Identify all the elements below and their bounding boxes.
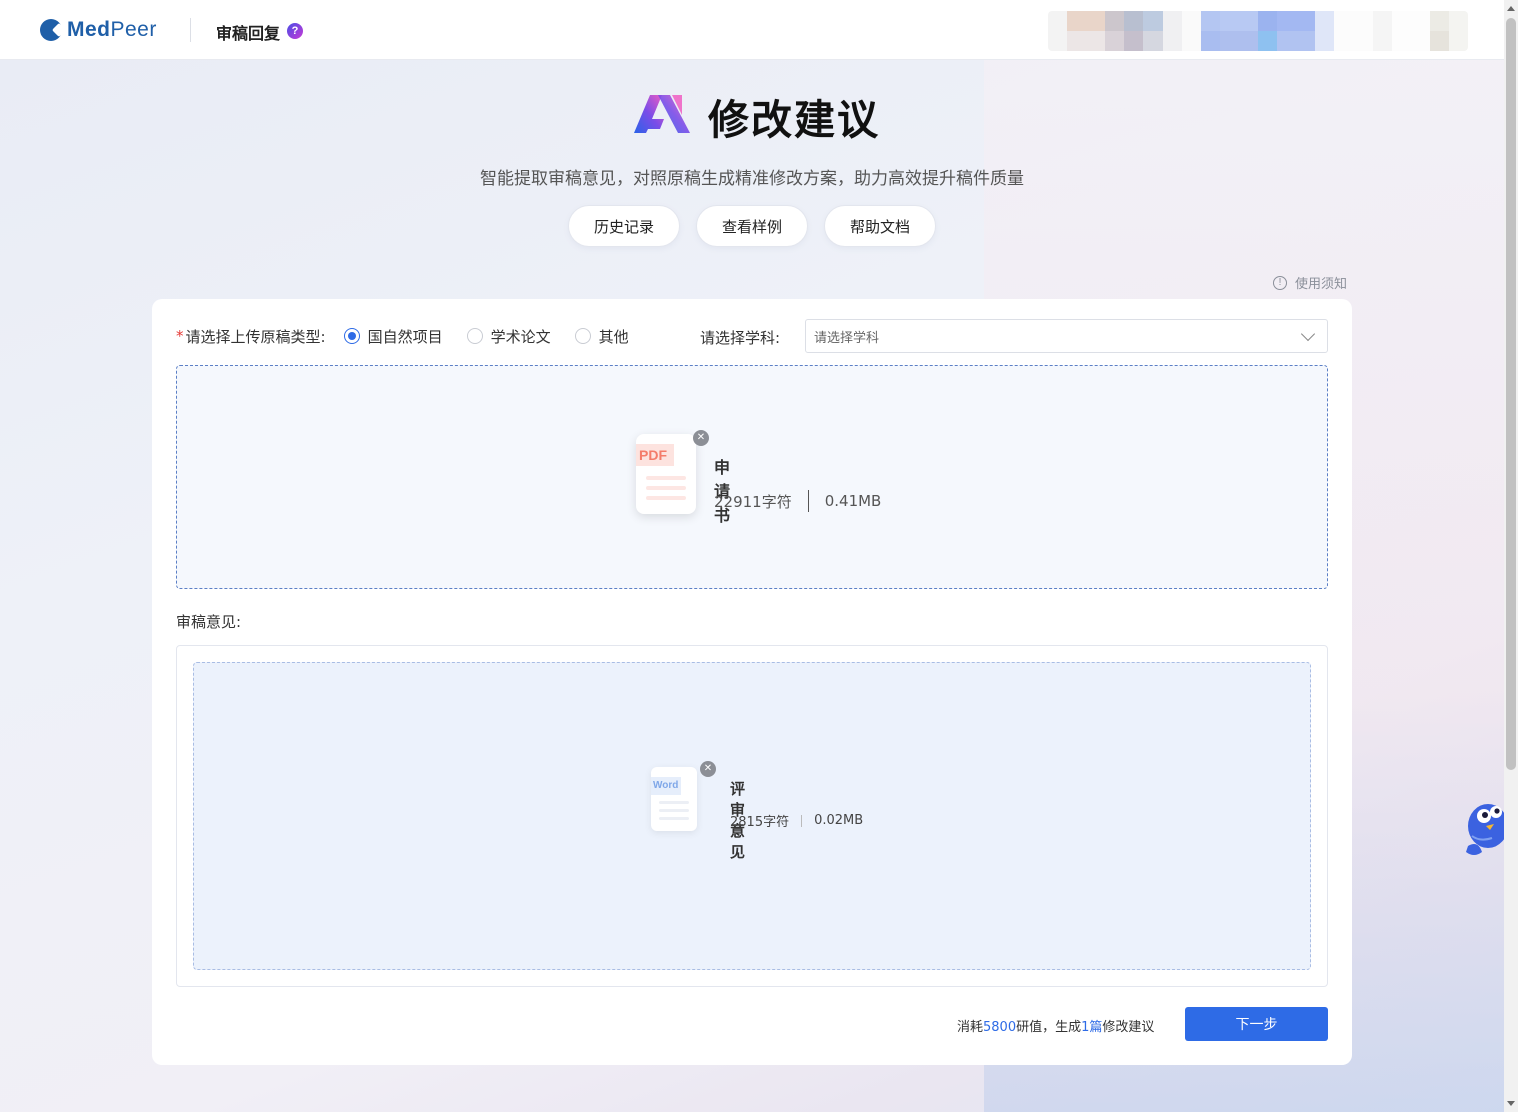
pdf-file-icon: PDF <box>636 434 696 514</box>
top-header: MedPeer 审稿回复 ? <box>0 0 1504 60</box>
brand-name: MedPeer <box>67 18 157 41</box>
review-char-count: 2815字符 <box>730 815 790 830</box>
subject-select[interactable]: 请选择学科 <box>805 319 1328 353</box>
hero-actions: 历史记录 查看样例 帮助文档 <box>0 205 1504 247</box>
radio-option-other[interactable]: 其他 <box>574 326 629 347</box>
review-upload-area[interactable]: Word ✕ 评审意见 2815字符 0.02MB <box>193 662 1311 970</box>
help-icon[interactable]: ? <box>287 23 303 39</box>
radio-checked-icon[interactable] <box>343 328 360 344</box>
usage-notice-label: 使用须知 <box>1295 277 1348 292</box>
manuscript-upload-area[interactable]: PDF ✕ 申请书 22911字符 0.41MB <box>176 365 1328 589</box>
review-upload-box: Word ✕ 评审意见 2815字符 0.02MB <box>176 645 1328 987</box>
subject-placeholder: 请选择学科 <box>814 330 880 346</box>
header-divider <box>190 18 191 42</box>
word-file-icon: Word <box>651 767 697 831</box>
mascot-icon[interactable] <box>1464 796 1504 860</box>
review-comments-label: 审稿意见: <box>176 613 242 631</box>
radio-unchecked-icon[interactable] <box>574 328 591 344</box>
pdf-badge: PDF <box>636 444 674 466</box>
view-sample-button[interactable]: 查看样例 <box>696 205 808 247</box>
manuscript-file-meta: 22911字符 0.41MB <box>714 490 881 512</box>
review-file-meta: 2815字符 0.02MB <box>730 811 863 830</box>
scroll-thumb[interactable] <box>1506 18 1516 770</box>
scroll-down-icon[interactable] <box>1507 1101 1515 1106</box>
brand-logo[interactable]: MedPeer <box>40 18 157 42</box>
history-button[interactable]: 历史记录 <box>568 205 680 247</box>
hero-subtitle: 智能提取审稿意见，对照原稿生成精准修改方案，助力高效提升稿件质量 <box>480 169 1024 189</box>
required-mark: * <box>176 327 184 345</box>
radio-label: 其他 <box>598 327 629 346</box>
review-file-size: 0.02MB <box>814 813 864 828</box>
radio-label: 国自然项目 <box>367 327 443 346</box>
cost-value: 5800 <box>983 1020 1017 1035</box>
info-icon: ! <box>1273 275 1287 290</box>
chevron-down-icon <box>1300 326 1316 342</box>
count-value: 1篇 <box>1081 1020 1103 1035</box>
radio-unchecked-icon[interactable] <box>466 328 483 344</box>
brand-mark-icon <box>40 19 62 41</box>
radio-option-paper[interactable]: 学术论文 <box>466 326 551 347</box>
page-scrollbar[interactable] <box>1504 0 1518 1112</box>
manuscript-file-size: 0.41MB <box>824 492 882 510</box>
next-step-button[interactable]: 下一步 <box>1185 1007 1328 1041</box>
ai-logo-icon <box>634 95 690 133</box>
cost-summary: 消耗5800研值，生成1篇修改建议 <box>957 1020 1155 1035</box>
manuscript-type-label: 请选择上传原稿类型: <box>185 327 326 346</box>
help-docs-button[interactable]: 帮助文档 <box>824 205 936 247</box>
header-title: 审稿回复 <box>216 24 281 43</box>
manuscript-type-group: * 请选择上传原稿类型: 国自然项目 学术论文 其他 <box>176 319 629 353</box>
radio-label: 学术论文 <box>490 327 551 346</box>
scroll-up-icon[interactable] <box>1507 6 1515 11</box>
user-account-area[interactable] <box>1048 11 1468 51</box>
close-icon[interactable]: ✕ <box>693 430 709 446</box>
close-icon[interactable]: ✕ <box>700 761 716 777</box>
radio-option-nsfc[interactable]: 国自然项目 <box>343 326 443 347</box>
subject-label: 请选择学科: <box>700 329 781 347</box>
word-badge: Word <box>651 777 681 795</box>
usage-notice-link[interactable]: ! 使用须知 <box>1273 273 1347 292</box>
upload-card: * 请选择上传原稿类型: 国自然项目 学术论文 其他 请选择学科: 请选择学科 … <box>152 299 1352 1065</box>
manuscript-char-count: 22911字符 <box>714 492 792 511</box>
hero-title: 修改建议 <box>708 96 880 144</box>
